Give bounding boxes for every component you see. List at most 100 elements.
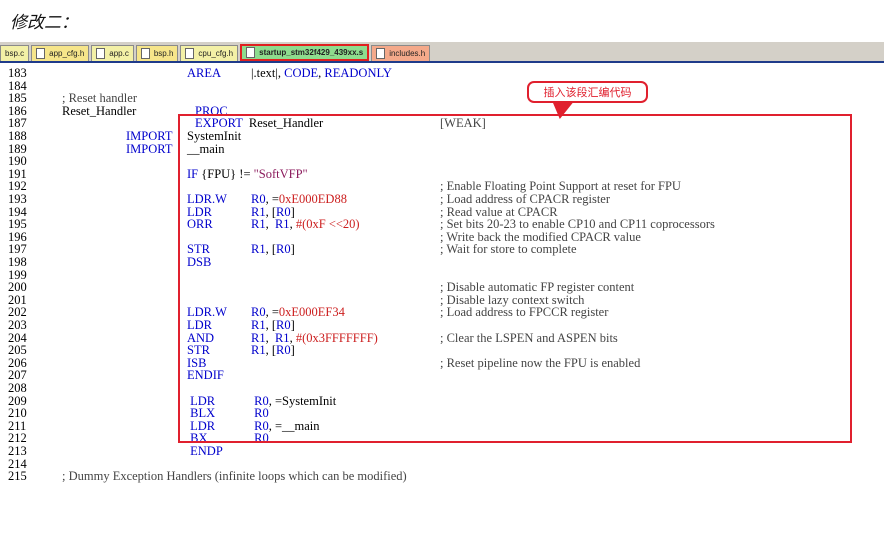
code-token: R0, =0xE000ED88 — [251, 192, 347, 206]
code-token: ; Clear the LSPEN and ASPEN bits — [440, 330, 618, 345]
line-number: 201 — [8, 292, 27, 307]
tab-app-c[interactable]: app.c — [91, 45, 134, 61]
line-number: 207 — [8, 368, 27, 383]
code-editor[interactable]: 183 AREA |.text|, CODE, READONLY 184 185 ; Re… — [0, 63, 884, 555]
tab-startup-stm32f429-439xx-s[interactable]: startup_stm32f429_439xx.s — [240, 44, 370, 61]
code-token: DSB — [187, 255, 212, 269]
line-number: 204 — [8, 330, 27, 345]
code-token: ORR — [187, 217, 213, 232]
code-token: ; Enable Floating Point Support at reset… — [440, 179, 681, 194]
line-number: 190 — [8, 154, 27, 169]
line-number: 212 — [8, 431, 27, 446]
code-token: LDR — [190, 393, 216, 408]
tab-label: cpu_cfg.h — [198, 49, 234, 58]
code-token: LDR — [187, 318, 212, 332]
code-token: ; Read value at CPACR — [440, 204, 558, 219]
code-token: R1, [R0] — [251, 204, 295, 219]
code-token: IMPORT — [126, 129, 173, 143]
tab-label: app_cfg.h — [49, 49, 85, 58]
line-number: 189 — [8, 141, 27, 156]
code-token: IF {FPU} != "SoftVFP" — [187, 166, 308, 181]
line-number: 194 — [8, 204, 27, 219]
file-icon — [376, 48, 386, 59]
code-token: LDR.W — [187, 305, 227, 320]
line-number: 199 — [8, 267, 27, 282]
code-token: AND — [187, 330, 215, 345]
tab-label: startup_stm32f429_439xx.s — [259, 48, 364, 57]
code-token: ; Load address to FPCCR register — [440, 305, 609, 320]
code-token: ; Reset pipeline now the FPU is enabled — [440, 355, 641, 370]
code-token: ; Write back the modified CPACR value — [440, 229, 641, 244]
line-number: 191 — [8, 166, 27, 181]
file-icon — [36, 48, 46, 59]
line-number: 185 — [8, 91, 27, 106]
line-number: 184 — [8, 78, 27, 93]
line-number: 208 — [8, 381, 27, 395]
line-number: 214 — [8, 456, 27, 471]
code-token: ISB — [187, 355, 207, 370]
code-token: ; Disable lazy context switch — [440, 292, 585, 307]
line-number: 187 — [8, 116, 27, 131]
code-token: EXPORT Reset_Handler — [195, 116, 324, 131]
code-token: BX — [190, 431, 208, 446]
code-token: |.text|, CODE, READONLY — [251, 66, 392, 80]
code-token: R0, =SystemInit — [254, 393, 337, 408]
line-number: 209 — [8, 393, 27, 408]
line-number: 213 — [8, 444, 27, 458]
file-icon — [140, 48, 150, 59]
line-number: 196 — [8, 229, 27, 244]
tab-label: bsp.h — [153, 49, 174, 58]
code-token: R1, [R0] — [251, 242, 295, 257]
file-icon — [185, 48, 195, 59]
line-number: 210 — [8, 406, 27, 421]
tab-label: bsp.c — [5, 49, 25, 58]
code-token: R0 — [254, 431, 269, 446]
tab-includes-h[interactable]: includes.h — [371, 45, 431, 61]
tab-bsp-h[interactable]: bsp.h — [135, 45, 179, 61]
code-token: __main — [187, 141, 225, 156]
code-token: ; Load address of CPACR register — [440, 192, 611, 206]
line-number: 206 — [8, 355, 27, 370]
tab-cpu-cfg-h[interactable]: cpu_cfg.h — [180, 45, 239, 61]
code-token: STR — [187, 343, 210, 358]
code-token: LDR — [187, 204, 212, 219]
code-token: [WEAK] — [440, 116, 486, 131]
line-number: 211 — [8, 418, 27, 433]
line-number: 197 — [8, 242, 27, 257]
tab-app-cfg-h[interactable]: app_cfg.h — [31, 45, 90, 61]
code-token: R1, [R0] — [251, 343, 295, 358]
code-token: ; Dummy Exception Handlers (infinite loo… — [62, 469, 407, 484]
tab-label: app.c — [109, 49, 129, 58]
code-token: ENDIF — [187, 368, 224, 383]
file-tab-bar: bsp.c app_cfg.h app.c bsp.h cpu_cfg.h startup… — [0, 42, 884, 63]
code-token: STR — [187, 242, 210, 257]
code-token: ; Reset handler — [62, 91, 137, 106]
code-token: BLX — [190, 406, 216, 421]
code-token: R0, =0xE000EF34 — [251, 305, 345, 320]
line-number: 202 — [8, 305, 27, 320]
code-token: ENDP — [190, 444, 223, 458]
line-number: 200 — [8, 280, 27, 295]
code-token: R0 — [254, 406, 269, 421]
line-number: 215 — [8, 469, 27, 484]
callout-label: 插入该段汇编代码 — [527, 81, 648, 103]
page-heading: 修改二： — [10, 13, 78, 33]
line-number: 205 — [8, 343, 27, 358]
line-number: 183 — [8, 66, 27, 80]
tab-bsp-c[interactable]: bsp.c — [0, 45, 30, 61]
code-token: LDR.W — [187, 192, 227, 206]
code-token: IMPORT — [126, 141, 173, 156]
code-token: Reset_Handler — [62, 103, 137, 118]
code-token: AREA — [187, 66, 222, 80]
code-token: ; Set bits 20-23 to enable CP10 and CP11… — [440, 217, 715, 232]
code-token: R1, R1, #(0x3FFFFFFF) — [251, 330, 378, 345]
file-icon — [246, 47, 256, 58]
code-token: SystemInit — [187, 129, 242, 143]
tab-label: includes.h — [389, 49, 426, 58]
code-token: R1, [R0] — [251, 318, 295, 332]
code-token: ; Disable automatic FP register content — [440, 280, 635, 295]
line-number: 188 — [8, 129, 27, 143]
file-icon — [96, 48, 106, 59]
line-number: 198 — [8, 255, 27, 269]
line-number: 186 — [8, 103, 27, 118]
